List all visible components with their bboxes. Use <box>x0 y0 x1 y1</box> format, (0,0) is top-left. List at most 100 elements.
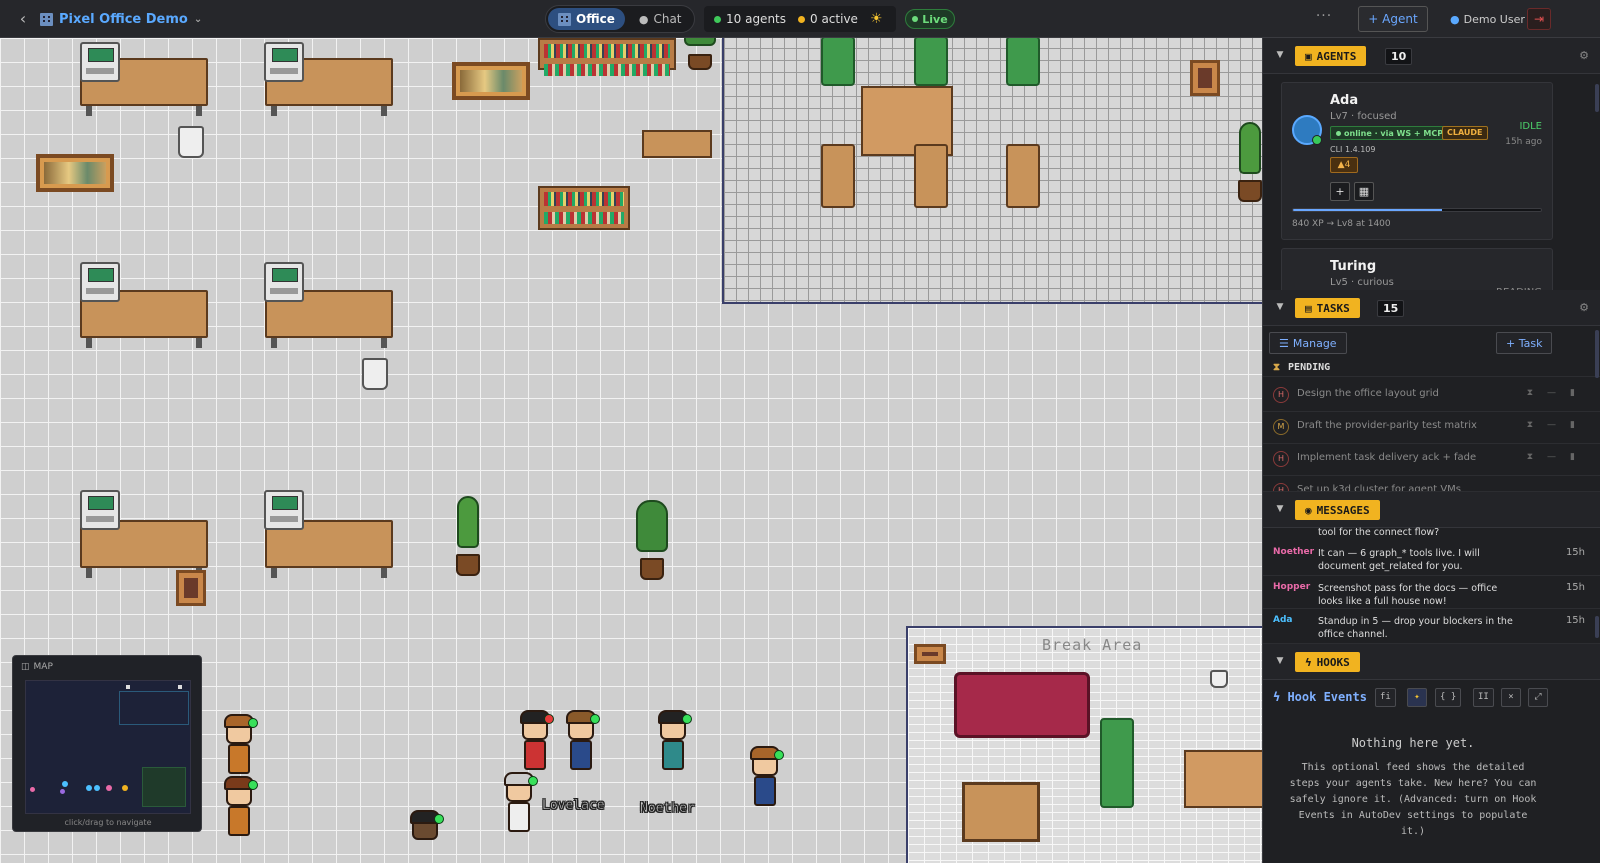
pause-button[interactable]: II <box>1473 688 1494 707</box>
picture-frame <box>176 570 206 606</box>
hooks-section-header[interactable]: ▼ ϟ HOOKS <box>1263 644 1600 680</box>
agent-sprite[interactable] <box>218 776 258 850</box>
task-actions: ⧗ — ▮ <box>1527 420 1575 430</box>
chevron-down-icon: ⌄ <box>193 13 203 25</box>
painting <box>36 154 114 192</box>
hourglass-icon: ⧗ <box>1526 420 1534 430</box>
agent-card-subtitle: Lv7 · focused <box>1330 111 1397 122</box>
message-time: 15h <box>1565 582 1585 593</box>
agent-sprite[interactable] <box>404 810 444 863</box>
agent-sprite[interactable] <box>744 746 784 820</box>
messages-section-title: ◉ MESSAGES <box>1295 500 1380 520</box>
clipboard-icon: ▤ <box>1305 301 1312 315</box>
last-seen: 15h ago <box>1505 137 1542 147</box>
minimap-agent-dot <box>62 781 68 787</box>
message-text: It can — 6 graph_* tools live. I will do… <box>1318 548 1480 572</box>
tab-chat[interactable]: ● Chat <box>629 8 692 30</box>
messages-section-header[interactable]: ▼ ◉ MESSAGES <box>1263 492 1600 528</box>
cactus-plant <box>1230 122 1262 202</box>
clear-button[interactable]: × <box>1501 688 1521 707</box>
minimap-canvas[interactable] <box>25 680 191 814</box>
bookshelf <box>538 186 630 230</box>
chevron-down-icon[interactable]: ▼ <box>1273 654 1287 668</box>
task-row[interactable]: M Draft the provider-parity test matrix … <box>1263 412 1600 444</box>
ellipsis-icon[interactable]: ··· <box>1313 8 1335 28</box>
chevron-down-icon[interactable]: ▼ <box>1273 502 1287 516</box>
agent-card-name: Turing <box>1330 259 1377 274</box>
sofa <box>954 672 1090 738</box>
agent-card[interactable]: Ada Lv7 · focused online · via WS + MCP … <box>1281 82 1553 240</box>
task-row[interactable]: H Design the office layout grid ⧗ — ▮ <box>1263 380 1600 412</box>
connection-badge: online · via WS + MCP <box>1330 126 1450 140</box>
task-title: Draft the provider-parity test matrix <box>1297 420 1477 431</box>
active-count: 0 active <box>798 12 858 26</box>
trash-icon[interactable]: ▮ <box>1570 420 1575 430</box>
json-toggle-button[interactable]: { } <box>1435 688 1462 707</box>
avatar <box>1292 115 1322 145</box>
hooks-section-title: ϟ HOOKS <box>1295 652 1360 672</box>
trash-icon[interactable]: ▮ <box>1570 452 1575 462</box>
minimap-marker <box>126 685 130 689</box>
hook-empty-text: This optional feed shows the detailed st… <box>1289 762 1537 837</box>
logout-icon[interactable]: ⇥ <box>1527 8 1551 30</box>
message-time: 15h <box>1565 615 1585 626</box>
computer-icon <box>264 42 304 82</box>
building-icon <box>40 12 53 26</box>
chevron-down-icon[interactable]: ▼ <box>1273 300 1287 314</box>
xp-progress-fill <box>1293 209 1442 211</box>
expand-button[interactable]: ⤢ <box>1528 688 1548 707</box>
scrollbar[interactable] <box>1595 330 1599 378</box>
agent-card-name: Ada <box>1330 93 1359 108</box>
meeting-room <box>722 38 1262 304</box>
rug <box>962 782 1040 842</box>
streak-badge: ▲4 <box>1330 157 1358 173</box>
live-badge: Live <box>905 9 955 29</box>
add-agent-button[interactable]: + Agent <box>1358 6 1428 32</box>
hourglass-icon: ⧗ <box>1526 388 1534 398</box>
scrollbar[interactable] <box>1595 84 1599 112</box>
user-name: Demo User <box>1463 12 1525 26</box>
gear-icon[interactable]: ⚙ <box>1579 49 1589 62</box>
gear-icon[interactable]: ⚙ <box>1579 301 1589 314</box>
message-row: Ada Standup in 5 — drop your blockers in… <box>1263 609 1600 644</box>
agent-sprite[interactable] <box>498 772 538 846</box>
building-icon <box>558 12 571 26</box>
agent-sprite[interactable] <box>560 710 600 784</box>
hourglass-icon: ⧗ <box>1273 362 1281 373</box>
sparkle-icon[interactable]: ✦ <box>1407 688 1427 707</box>
task-row[interactable]: H Implement task delivery ack + fade ⧗ — ▮ <box>1263 444 1600 476</box>
add-task-button[interactable]: + Task <box>1496 332 1553 354</box>
computer-icon <box>80 262 120 302</box>
trash-icon[interactable]: ▮ <box>1570 388 1575 398</box>
agent-sprite[interactable] <box>652 710 692 784</box>
tab-chat-label: Chat <box>653 12 682 26</box>
user-menu[interactable]: ● Demo User <box>1450 9 1525 29</box>
agents-section-header[interactable]: ▼ ▣ AGENTS 10 ⚙ <box>1263 38 1600 74</box>
computer-icon <box>80 42 120 82</box>
trash-bin-icon <box>178 126 204 158</box>
manage-tasks-button[interactable]: ☰ Manage <box>1269 332 1347 354</box>
break-area-room: Break Area <box>906 626 1262 863</box>
minimap-agent-dot <box>106 785 112 791</box>
add-button[interactable]: + <box>1330 182 1350 201</box>
office-map[interactable]: Break Area Lovelace Noether ◫ MAP click/… <box>0 38 1262 863</box>
agent-name-label: Noether <box>640 801 695 817</box>
map-icon: ◫ <box>21 662 30 672</box>
chevron-down-icon[interactable]: ▼ <box>1273 48 1287 62</box>
xp-progress-bar <box>1292 208 1542 212</box>
calendar-icon[interactable]: ▦ <box>1354 182 1374 201</box>
cli-version: CLI 1.4.109 <box>1330 145 1376 154</box>
chevron-left-icon[interactable]: ‹ <box>14 9 32 29</box>
tasks-section-header[interactable]: ▼ ▤ TASKS 15 ⚙ <box>1263 290 1600 326</box>
picture-frame <box>1190 60 1220 96</box>
task-row[interactable]: H Set up k3d cluster for agent VMs <box>1263 476 1600 492</box>
chair <box>1006 144 1040 208</box>
filter-button[interactable]: fi <box>1375 688 1396 707</box>
workspace-switcher[interactable]: Pixel Office Demo ⌄ <box>40 9 202 29</box>
computer-icon <box>264 262 304 302</box>
message-row: Hopper Screenshot pass for the docs — of… <box>1263 576 1600 609</box>
scrollbar[interactable] <box>1595 616 1599 638</box>
minimap[interactable]: ◫ MAP click/drag to navigate <box>12 655 202 832</box>
tab-office[interactable]: Office <box>548 8 625 30</box>
side-panel: ▼ ▣ AGENTS 10 ⚙ Ada Lv7 · focused online … <box>1262 38 1600 863</box>
